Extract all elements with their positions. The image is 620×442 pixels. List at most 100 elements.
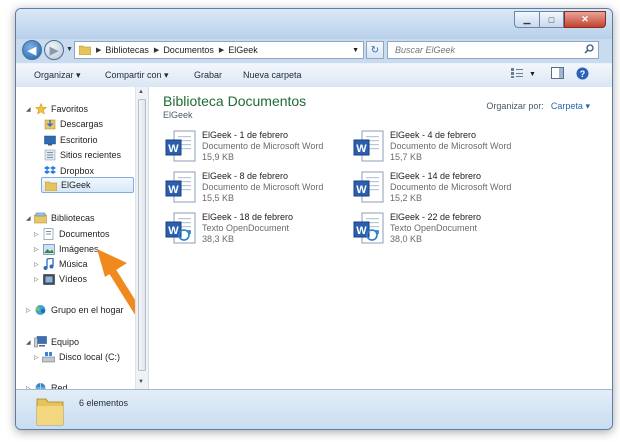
nav-label: Dropbox	[60, 166, 95, 176]
refresh-button[interactable]: ↻	[366, 41, 384, 59]
file-item[interactable]: W ElGeek - 18 de febrero Texto OpenDocum…	[165, 212, 345, 250]
scroll-up-icon[interactable]: ▲	[138, 89, 144, 95]
word-doc-icon: W	[353, 130, 385, 164]
nav-desktop[interactable]: Escritorio	[43, 132, 98, 148]
svg-text:W: W	[168, 225, 179, 237]
chevron-down-icon: ▾	[76, 70, 81, 80]
collapsed-triangle-icon[interactable]: ▷	[34, 261, 42, 268]
nav-libraries[interactable]: ◢ Bibliotecas	[26, 210, 95, 226]
organize-menu[interactable]: Organizar ▾	[34, 70, 81, 81]
organize-label: Organizar	[34, 70, 74, 80]
expanded-triangle-icon[interactable]: ◢	[26, 339, 34, 346]
maximize-icon: □	[548, 14, 555, 25]
folder-icon	[78, 44, 92, 57]
file-item[interactable]: W ElGeek - 8 de febrero Documento de Mic…	[165, 171, 345, 209]
arrange-by-dropdown[interactable]: Carpeta ▾	[551, 101, 590, 112]
breadcrumb-bibliotecas[interactable]: Bibliotecas	[105, 45, 149, 55]
file-size: 38,0 KB	[390, 234, 423, 244]
documents-icon	[42, 228, 55, 240]
back-button[interactable]: ◀	[22, 40, 42, 60]
preview-pane-button[interactable]	[551, 67, 564, 81]
nav-videos[interactable]: ▷ Vídeos	[34, 271, 87, 287]
nav-label: Bibliotecas	[51, 213, 95, 223]
nav-scrollbar[interactable]: ▲ ▼	[135, 87, 149, 389]
close-button[interactable]: ✕	[564, 11, 606, 28]
recent-pages-dropdown[interactable]: ▼	[66, 46, 73, 53]
nav-documents[interactable]: ▷ Documentos	[34, 226, 110, 242]
scroll-down-icon[interactable]: ▼	[138, 379, 144, 385]
collapsed-triangle-icon[interactable]: ▷	[26, 307, 34, 314]
address-row: ◀ ▶ ▼ ▶ Bibliotecas ▶ Documentos ▶ ElGee…	[16, 39, 612, 61]
back-arrow-icon: ◀	[27, 44, 37, 57]
share-menu[interactable]: Compartir con ▾	[105, 70, 169, 81]
help-icon: ?	[576, 67, 589, 82]
file-item[interactable]: W ElGeek - 1 de febrero Documento de Mic…	[165, 130, 345, 168]
new-folder-button[interactable]: Nueva carpeta	[243, 70, 302, 80]
minimize-icon: ▁	[523, 14, 531, 24]
odt-doc-icon: W	[353, 212, 385, 246]
nav-recent[interactable]: Sitios recientes	[43, 147, 121, 163]
chevron-down-icon: ▾	[585, 101, 590, 111]
svg-text:W: W	[168, 184, 179, 196]
folder-icon	[44, 179, 57, 191]
file-type: Texto OpenDocument	[202, 223, 290, 233]
title-bar[interactable]: ▁ □ ✕	[16, 9, 612, 39]
collapsed-triangle-icon[interactable]: ▷	[34, 231, 42, 238]
minimize-button[interactable]: ▁	[514, 11, 539, 28]
chevron-down-icon: ▾	[164, 70, 169, 80]
homegroup-icon	[34, 304, 47, 316]
burn-button[interactable]: Grabar	[194, 70, 222, 80]
expanded-triangle-icon[interactable]: ◢	[26, 106, 34, 113]
word-doc-icon: W	[165, 171, 197, 205]
nav-label: Equipo	[51, 337, 80, 347]
svg-text:?: ?	[580, 69, 586, 79]
breadcrumb-documentos[interactable]: Documentos	[163, 45, 214, 55]
view-options-button[interactable]: ▼	[510, 67, 536, 81]
content-area: ◢ Favoritos Descargas Escritorio Sitios …	[16, 87, 612, 393]
file-size: 15,2 KB	[390, 193, 423, 203]
nav-images[interactable]: ▷ Imágenes	[34, 241, 99, 257]
collapsed-triangle-icon[interactable]: ▷	[34, 276, 42, 283]
file-item[interactable]: W ElGeek - 4 de febrero Documento de Mic…	[353, 130, 533, 168]
odt-doc-icon: W	[165, 212, 197, 246]
maximize-button[interactable]: □	[539, 11, 564, 28]
nav-downloads[interactable]: Descargas	[43, 116, 103, 132]
nav-label: Disco local (C:)	[59, 352, 121, 362]
file-pane: Biblioteca Documentos ElGeek Organizar p…	[149, 87, 612, 389]
file-name: ElGeek - 14 de febrero	[390, 171, 482, 181]
help-button[interactable]: ?	[576, 67, 589, 82]
arrange-by: Organizar por: Carpeta ▾	[486, 101, 590, 112]
videos-icon	[42, 273, 55, 285]
search-box	[387, 41, 599, 59]
command-bar: Organizar ▾ Compartir con ▾ Grabar Nueva…	[16, 63, 612, 88]
desktop-icon	[43, 134, 56, 146]
file-type: Texto OpenDocument	[390, 223, 478, 233]
nav-computer[interactable]: ◢ Equipo	[26, 334, 79, 350]
images-icon	[42, 243, 55, 255]
crumb-separator-icon: ▶	[153, 47, 160, 54]
nav-favorites[interactable]: ◢ Favoritos	[26, 101, 88, 117]
file-item[interactable]: W ElGeek - 14 de febrero Documento de Mi…	[353, 171, 533, 209]
chevron-down-icon: ▼	[529, 70, 536, 78]
nav-music[interactable]: ▷ Música	[34, 256, 88, 272]
search-icon[interactable]	[584, 44, 594, 56]
breadcrumb-elgeek[interactable]: ElGeek	[228, 45, 258, 55]
scrollbar-thumb[interactable]	[138, 99, 146, 371]
close-icon: ✕	[581, 14, 589, 24]
forward-button[interactable]: ▶	[44, 40, 64, 60]
nav-elgeek[interactable]: ElGeek	[41, 177, 134, 193]
nav-local-disk[interactable]: ▷ Disco local (C:)	[34, 349, 120, 365]
search-input[interactable]	[393, 44, 577, 56]
collapsed-triangle-icon[interactable]: ▷	[34, 246, 42, 253]
arrange-by-value: Carpeta	[550, 101, 583, 111]
collapsed-triangle-icon[interactable]: ▷	[34, 354, 42, 361]
nav-label: Sitios recientes	[60, 150, 122, 160]
address-bar[interactable]: ▶ Bibliotecas ▶ Documentos ▶ ElGeek ▼	[74, 41, 364, 59]
file-name: ElGeek - 8 de febrero	[202, 171, 289, 181]
nav-label: Favoritos	[51, 104, 89, 114]
word-doc-icon: W	[165, 130, 197, 164]
expanded-triangle-icon[interactable]: ◢	[26, 215, 34, 222]
address-dropdown-icon[interactable]: ▼	[352, 47, 359, 54]
disk-drive-icon	[42, 351, 55, 363]
file-item[interactable]: W ElGeek - 22 de febrero Texto OpenDocum…	[353, 212, 533, 250]
